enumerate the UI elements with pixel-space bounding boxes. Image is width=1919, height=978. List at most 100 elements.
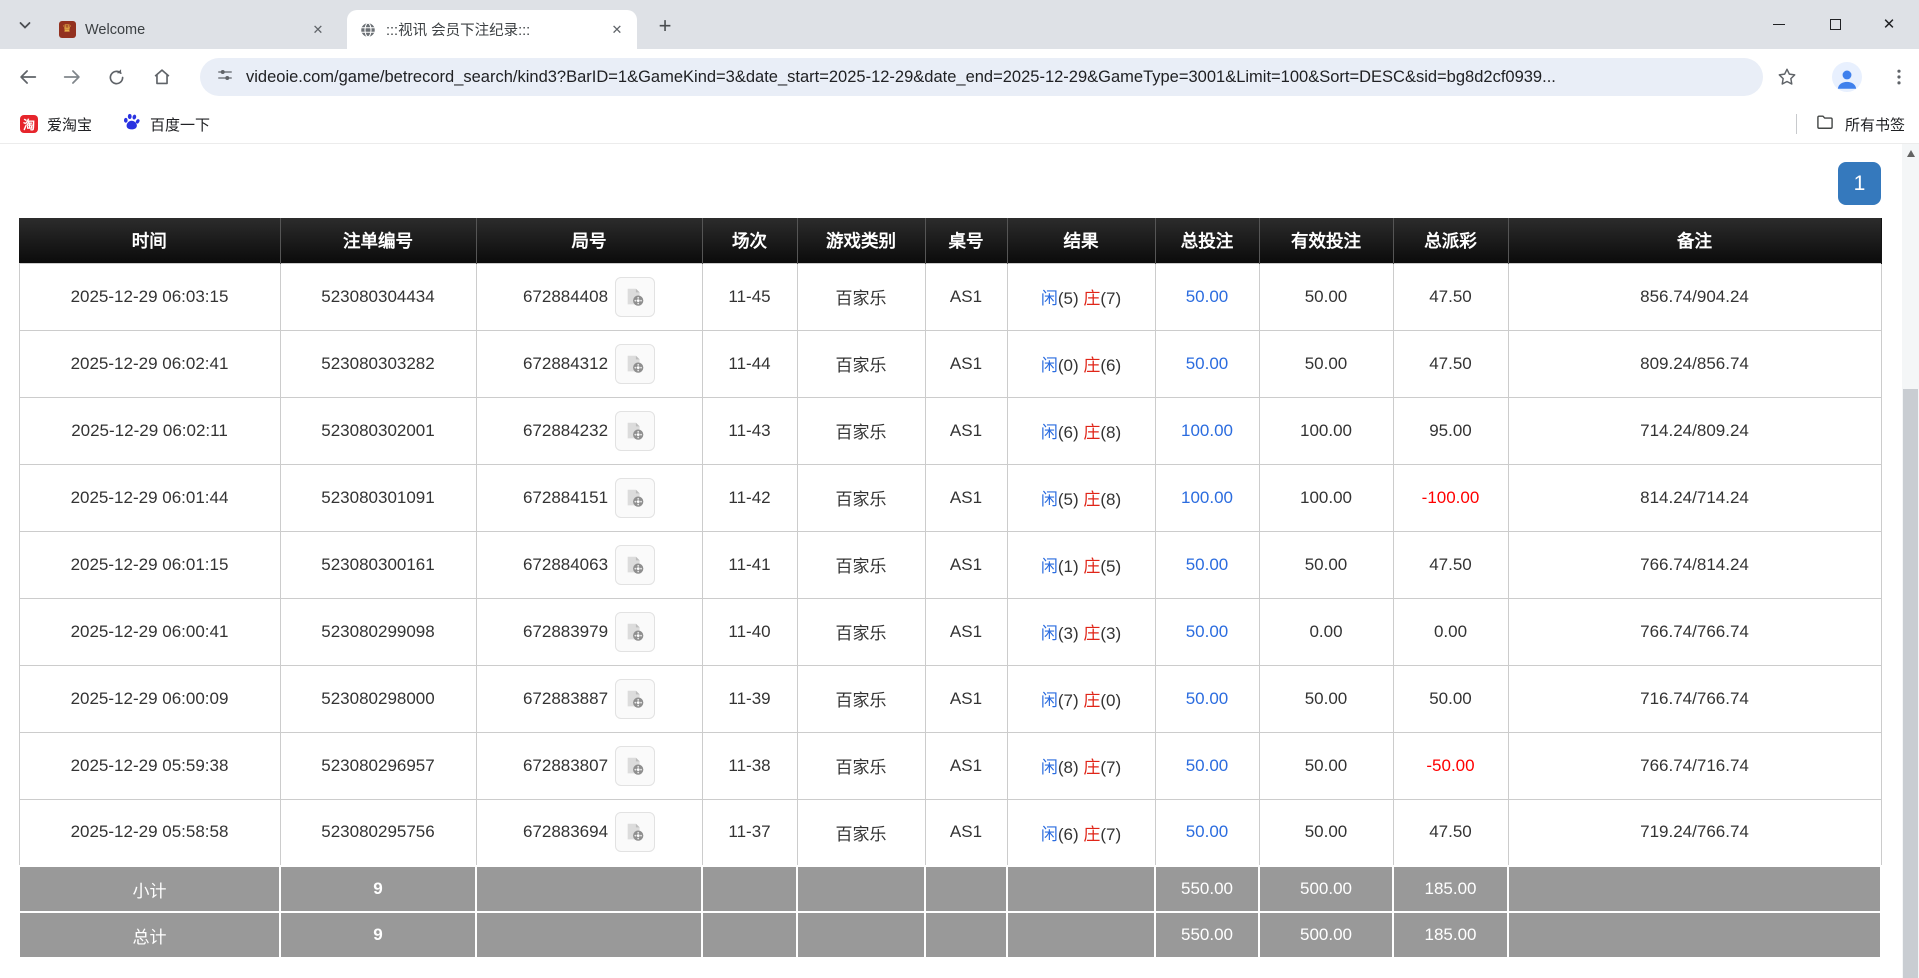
round-cell: 672883979 — [476, 598, 702, 665]
total-bet-link[interactable]: 50.00 — [1186, 622, 1229, 641]
site-info-icon[interactable] — [216, 66, 234, 89]
bookmark-star-icon[interactable] — [1770, 59, 1804, 95]
payout-cell: -50.00 — [1393, 732, 1508, 799]
round-cell: 672883694 — [476, 799, 702, 866]
footer-empty-cell — [476, 912, 702, 958]
banker-label: 庄 — [1083, 490, 1100, 509]
time-cell: 2025-12-29 06:02:41 — [19, 330, 280, 397]
window-minimize-button[interactable] — [1756, 0, 1802, 49]
forward-button[interactable] — [54, 59, 90, 95]
round-number: 672883694 — [523, 822, 608, 842]
time-cell: 2025-12-29 05:58:58 — [19, 799, 280, 866]
total-bet-link[interactable]: 50.00 — [1186, 689, 1229, 708]
all-bookmarks-button[interactable]: 所有书签 — [1796, 105, 1905, 143]
table-no-cell: AS1 — [925, 732, 1007, 799]
game-type-cell: 百家乐 — [797, 531, 925, 598]
footer-empty-cell — [1508, 912, 1881, 958]
tab-close-icon[interactable]: ✕ — [607, 20, 627, 40]
banker-label: 庄 — [1083, 691, 1100, 710]
total-bet-link[interactable]: 100.00 — [1181, 488, 1233, 507]
table-no-cell: AS1 — [925, 263, 1007, 330]
game-type-cell: 百家乐 — [797, 799, 925, 866]
bet-id-cell: 523080303282 — [280, 330, 476, 397]
url-bar[interactable]: videoie.com/game/betrecord_search/kind3?… — [200, 58, 1763, 96]
video-replay-icon[interactable] — [615, 277, 655, 317]
video-replay-icon[interactable] — [615, 746, 655, 786]
payout-cell: 47.50 — [1393, 799, 1508, 866]
footer-empty-cell — [1508, 866, 1881, 912]
column-header: 游戏类别 — [797, 218, 925, 263]
session-cell: 11-43 — [702, 397, 797, 464]
bookmark-baidu[interactable]: 百度一下 — [122, 112, 210, 136]
player-label: 闲 — [1041, 758, 1058, 777]
tab-betrecord[interactable]: :::视讯 会员下注纪录::: ✕ — [347, 10, 637, 49]
result-cell: 闲(3) 庄(3) — [1007, 598, 1155, 665]
round-cell: 672884151 — [476, 464, 702, 531]
round-number: 672884232 — [523, 421, 608, 441]
bookmark-taobao[interactable]: 淘 爱淘宝 — [20, 114, 92, 135]
total-bet-link[interactable]: 50.00 — [1186, 822, 1229, 841]
total-bet-link[interactable]: 50.00 — [1186, 756, 1229, 775]
remark-cell: 719.24/766.74 — [1508, 799, 1881, 866]
column-header: 注单编号 — [280, 218, 476, 263]
table-row: 2025-12-29 06:01:44523080301091672884151… — [19, 464, 1881, 531]
baidu-paw-icon — [122, 112, 141, 136]
tab-welcome[interactable]: ♛ Welcome ✕ — [46, 10, 338, 49]
total-bet-link[interactable]: 50.00 — [1186, 287, 1229, 306]
home-button[interactable] — [144, 59, 180, 95]
total-bet-cell: 50.00 — [1155, 799, 1259, 866]
remark-cell: 809.24/856.74 — [1508, 330, 1881, 397]
footer-payout-cell: 185.00 — [1393, 866, 1508, 912]
divider — [1796, 114, 1797, 134]
bet-id-cell: 523080301091 — [280, 464, 476, 531]
bet-id-cell: 523080304434 — [280, 263, 476, 330]
window-maximize-button[interactable] — [1812, 0, 1858, 49]
video-replay-icon[interactable] — [615, 411, 655, 451]
column-header: 场次 — [702, 218, 797, 263]
table-no-cell: AS1 — [925, 799, 1007, 866]
video-replay-icon[interactable] — [615, 545, 655, 585]
taobao-icon: 淘 — [20, 115, 38, 133]
table-row: 2025-12-29 06:00:41523080299098672883979… — [19, 598, 1881, 665]
video-replay-icon[interactable] — [615, 679, 655, 719]
profile-avatar[interactable] — [1830, 59, 1864, 95]
footer-label-cell: 小计 — [19, 866, 280, 912]
close-icon: ✕ — [1883, 17, 1896, 32]
video-replay-icon[interactable] — [615, 612, 655, 652]
round-cell: 672884408 — [476, 263, 702, 330]
page-content: 1 时间注单编号局号场次游戏类别桌号结果总投注有效投注总派彩备注 2025-12… — [0, 144, 1919, 978]
tab-search-chevron-icon[interactable] — [14, 14, 36, 36]
reload-button[interactable] — [98, 59, 134, 95]
player-label: 闲 — [1041, 624, 1058, 643]
scroll-up-arrow-icon[interactable] — [1902, 150, 1919, 157]
bet-id-cell: 523080302001 — [280, 397, 476, 464]
total-bet-link[interactable]: 50.00 — [1186, 354, 1229, 373]
session-cell: 11-45 — [702, 263, 797, 330]
total-bet-link[interactable]: 50.00 — [1186, 555, 1229, 574]
vertical-scrollbar[interactable] — [1902, 144, 1919, 978]
column-header: 总投注 — [1155, 218, 1259, 263]
total-bet-cell: 50.00 — [1155, 263, 1259, 330]
table-no-cell: AS1 — [925, 397, 1007, 464]
window-close-button[interactable]: ✕ — [1866, 0, 1912, 49]
browser-menu-icon[interactable] — [1882, 59, 1916, 95]
scrollbar-thumb[interactable] — [1903, 389, 1918, 978]
pagination-page-button[interactable]: 1 — [1838, 162, 1881, 205]
valid-bet-cell: 100.00 — [1259, 464, 1393, 531]
payout-cell: 95.00 — [1393, 397, 1508, 464]
total-bet-link[interactable]: 100.00 — [1181, 421, 1233, 440]
session-cell: 11-40 — [702, 598, 797, 665]
url-text: videoie.com/game/betrecord_search/kind3?… — [246, 68, 1747, 87]
time-cell: 2025-12-29 06:03:15 — [19, 263, 280, 330]
result-cell: 闲(6) 庄(7) — [1007, 799, 1155, 866]
video-replay-icon[interactable] — [615, 478, 655, 518]
video-replay-icon[interactable] — [615, 344, 655, 384]
session-cell: 11-38 — [702, 732, 797, 799]
column-header: 结果 — [1007, 218, 1155, 263]
new-tab-button[interactable]: + — [652, 13, 678, 39]
video-replay-icon[interactable] — [615, 812, 655, 852]
back-button[interactable] — [10, 59, 46, 95]
tab-close-icon[interactable]: ✕ — [308, 20, 328, 40]
time-cell: 2025-12-29 06:01:44 — [19, 464, 280, 531]
remark-cell: 766.74/716.74 — [1508, 732, 1881, 799]
